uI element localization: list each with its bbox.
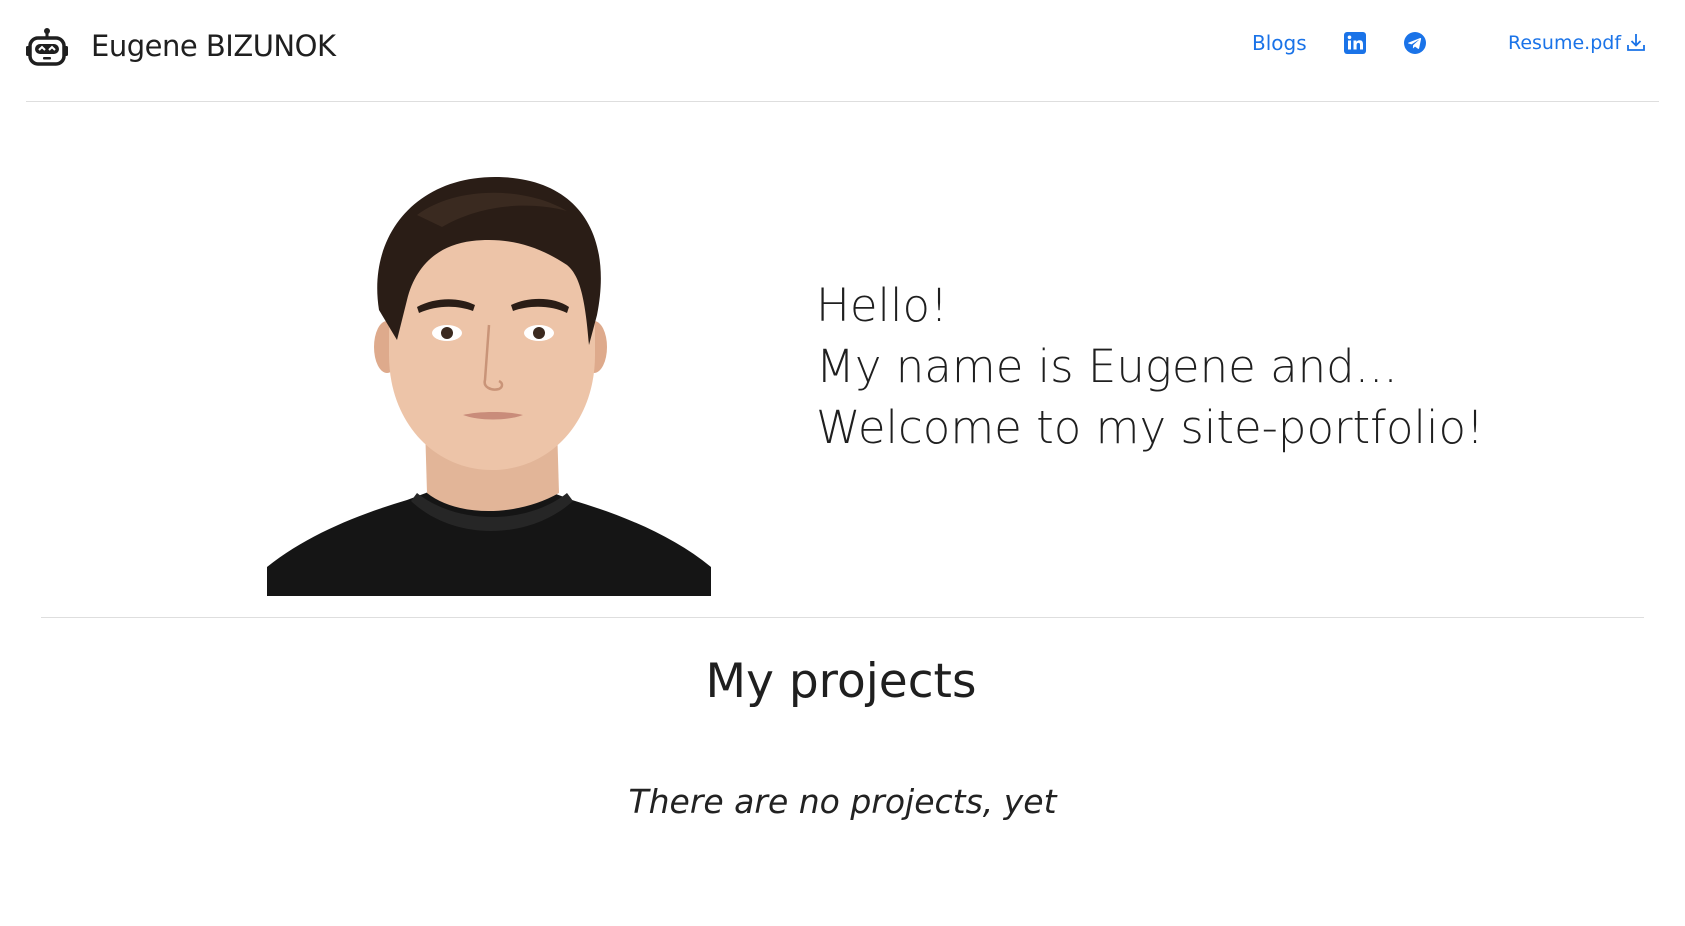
greeting-line: Hello! — [816, 279, 949, 332]
nav-blogs-link[interactable]: Blogs — [1252, 29, 1307, 57]
projects-empty-message: There are no projects, yet — [628, 782, 1057, 821]
greeting-text: Hello! My name is Eugene and... Welcome … — [816, 275, 1484, 458]
robot-icon[interactable] — [26, 26, 68, 66]
linkedin-icon[interactable] — [1343, 31, 1367, 55]
portrait-photo — [267, 175, 711, 596]
download-icon — [1625, 31, 1647, 53]
site-header: Eugene BIZUNOK Blogs Resume.pdf — [26, 0, 1659, 102]
resume-download-link[interactable]: Resume.pdf — [1508, 29, 1647, 57]
telegram-icon[interactable] — [1403, 31, 1427, 55]
resume-label: Resume.pdf — [1508, 32, 1622, 54]
section-divider — [41, 617, 1644, 618]
page: Eugene BIZUNOK Blogs Resume.pdf Hello! M… — [0, 0, 1685, 926]
greeting-line: Welcome to my site-portfolio! — [816, 401, 1485, 454]
projects-heading: My projects — [705, 654, 977, 709]
brand-name[interactable]: Eugene BIZUNOK — [91, 26, 336, 66]
greeting-line: My name is Eugene and... — [816, 340, 1398, 393]
